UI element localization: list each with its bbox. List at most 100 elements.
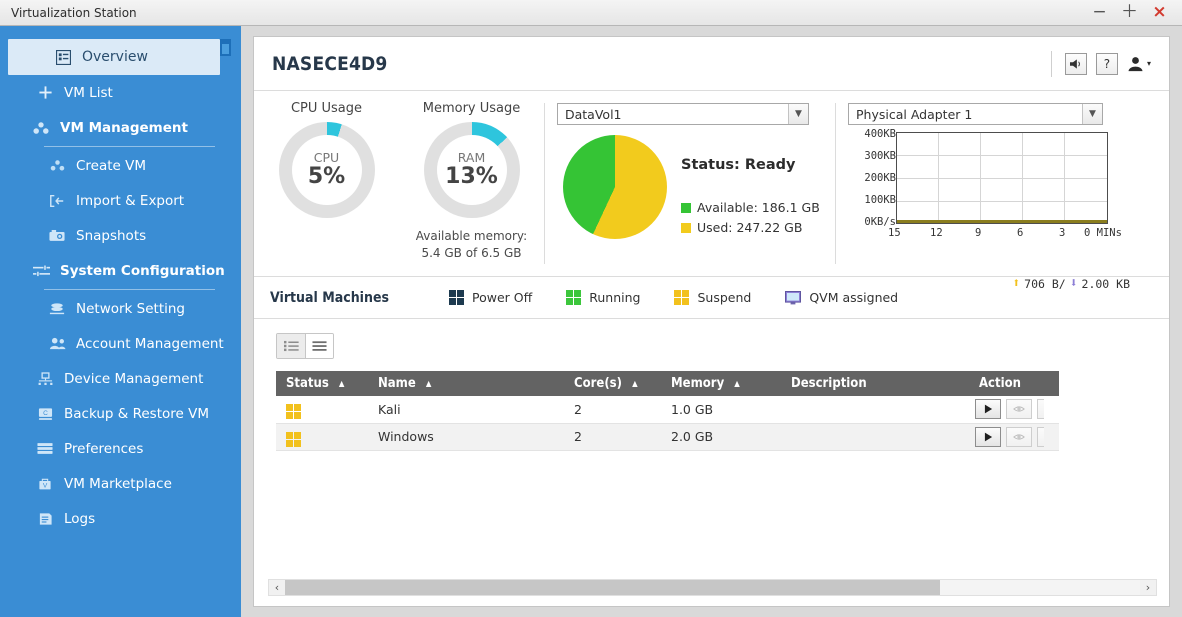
preferences-icon: [34, 441, 56, 457]
quad-icon: [674, 290, 690, 305]
column-label: Core(s): [574, 376, 622, 391]
maximize-button[interactable]: ＋: [1121, 4, 1138, 21]
main-content: NASECE4D9 ? ▾ CPU Usage CPU 5% Memory Us…: [241, 26, 1182, 617]
scroll-left-button[interactable]: ‹: [269, 581, 285, 594]
cell-status: [276, 423, 368, 451]
column-name[interactable]: Name ▲: [368, 371, 564, 396]
cell-name: Windows: [368, 423, 564, 451]
minimize-button[interactable]: −: [1091, 4, 1108, 21]
legend-power-off: Power Off: [449, 290, 532, 305]
volume-status: Status: Ready: [681, 157, 796, 173]
memory-usage-card: Memory Usage RAM 13% Available memory: 5…: [399, 91, 544, 276]
page-title: NASECE4D9: [272, 52, 388, 75]
volume-select-value: DataVol1: [565, 106, 622, 122]
gridline: [1022, 133, 1023, 223]
console-vm-button[interactable]: [1006, 399, 1032, 420]
sidebar-item-backup-restore-vm[interactable]: C Backup & Restore VM: [0, 396, 241, 431]
sidebar-item-label: Device Management: [64, 370, 204, 387]
column-status[interactable]: Status ▲: [276, 371, 368, 396]
table-header-row: Status ▲ Name ▲ Core(s) ▲ Memory ▲ Descr…: [276, 371, 1059, 396]
console-vm-button[interactable]: [1006, 426, 1032, 447]
window-titlebar: Virtualization Station − ＋ ×: [0, 0, 1182, 26]
sidebar-item-preferences[interactable]: Preferences: [0, 431, 241, 466]
table-row[interactable]: Windows 2 2.0 GB: [276, 423, 1059, 451]
help-icon[interactable]: ?: [1095, 52, 1118, 75]
start-vm-button[interactable]: [975, 399, 1001, 420]
x-tick: 15: [888, 227, 901, 239]
sidebar-item-create-vm[interactable]: Create VM: [0, 148, 241, 183]
upload-arrow-icon: ⬆: [1012, 276, 1021, 291]
sidebar-item-account-management[interactable]: Account Management: [0, 326, 241, 361]
sidebar-item-label: Network Setting: [76, 300, 185, 317]
quad-icon: [286, 404, 301, 420]
chevron-down-icon: ▼: [1082, 104, 1102, 124]
available-memory-value: 5.4 GB of 6.5 GB: [421, 246, 522, 260]
list-view-button[interactable]: [305, 334, 333, 358]
sidebar-item-network-setting[interactable]: Network Setting: [0, 291, 241, 326]
avatar: [1128, 56, 1143, 71]
import-export-icon: [46, 193, 68, 209]
start-vm-button[interactable]: [975, 426, 1001, 447]
legend-label: Suspend: [697, 290, 752, 305]
sidebar-item-vm-management[interactable]: VM Management: [0, 110, 241, 145]
more-vm-button[interactable]: [1037, 399, 1044, 420]
sidebar-item-import-export[interactable]: Import & Export: [0, 183, 241, 218]
vm-table: Status ▲ Name ▲ Core(s) ▲ Memory ▲ Descr…: [276, 371, 1059, 451]
table-row[interactable]: Kali 2 1.0 GB: [276, 396, 1059, 424]
sidebar-item-label: VM Management: [60, 119, 188, 136]
scroll-right-button[interactable]: ›: [1140, 581, 1156, 594]
x-tick: 0 MINs: [1084, 227, 1122, 239]
sidebar-item-device-management[interactable]: Device Management: [0, 361, 241, 396]
legend-label: Power Off: [472, 290, 533, 305]
adapter-select[interactable]: Physical Adapter 1 ▼: [848, 103, 1103, 125]
cpu-usage-title: CPU Usage: [290, 101, 363, 116]
snapshot-icon: [46, 228, 68, 244]
sidebar-item-vm-list[interactable]: VM List: [0, 75, 241, 110]
user-menu[interactable]: ▾: [1127, 56, 1151, 72]
horizontal-scrollbar[interactable]: ‹ ›: [268, 579, 1157, 596]
play-icon: [984, 404, 992, 414]
row-actions: [969, 426, 1059, 447]
sidebar-item-logs[interactable]: Logs: [0, 501, 241, 536]
sort-asc-icon: ▲: [734, 379, 740, 388]
sidebar-item-overview[interactable]: Overview: [8, 39, 220, 75]
app-window: Virtualization Station − ＋ × Overview VM…: [0, 0, 1182, 617]
cell-memory: 1.0 GB: [661, 396, 781, 424]
quad-icon: [449, 290, 465, 305]
x-tick: 3: [1059, 227, 1066, 239]
y-tick: 200KB: [864, 172, 896, 184]
legend-qvm-assigned: QVM assigned: [785, 290, 898, 305]
volume-card: DataVol1 ▼ Status: Ready Available: 186.…: [545, 91, 835, 276]
legend-swatch: [681, 202, 691, 213]
close-button[interactable]: ×: [1151, 4, 1168, 21]
cell-memory: 2.0 GB: [661, 423, 781, 451]
quad-icon: [286, 431, 301, 447]
scrollbar-thumb[interactable]: [285, 580, 940, 595]
backup-icon: C: [34, 406, 56, 422]
volume-legend-available: Available: 186.1 GB: [681, 200, 820, 215]
cell-status: [276, 396, 368, 424]
cell-description: [781, 423, 969, 451]
adapter-select-value: Physical Adapter 1: [856, 106, 973, 122]
cpu-donut-chart: CPU 5%: [278, 122, 375, 218]
page-header: NASECE4D9 ? ▾: [254, 37, 1169, 91]
sidebar-item-label: Backup & Restore VM: [64, 405, 209, 422]
more-vm-button[interactable]: [1037, 426, 1044, 447]
volume-info: Status: Ready Available: 186.1 GB Used: …: [681, 135, 820, 235]
cell-cores: 2: [564, 423, 661, 451]
gridline: [980, 133, 981, 223]
sliders-icon: [30, 263, 52, 279]
scrollbar-track[interactable]: [285, 580, 1140, 595]
thumbnail-view-button[interactable]: [277, 334, 305, 358]
sidebar-item-snapshots[interactable]: Snapshots: [0, 218, 241, 253]
sidebar-item-vm-marketplace[interactable]: V VM Marketplace: [0, 466, 241, 501]
sidebar-item-system-configuration[interactable]: System Configuration: [0, 253, 241, 288]
vm-table-area: Status ▲ Name ▲ Core(s) ▲ Memory ▲ Descr…: [254, 319, 1169, 575]
announcement-icon[interactable]: [1064, 52, 1087, 75]
volume-select[interactable]: DataVol1 ▼: [557, 103, 809, 125]
logs-icon: [34, 511, 56, 527]
column-cores[interactable]: Core(s) ▲: [564, 371, 661, 396]
sidebar-item-label: Logs: [64, 510, 96, 527]
column-memory[interactable]: Memory ▲: [661, 371, 781, 396]
view-toggle-group: [276, 333, 334, 359]
